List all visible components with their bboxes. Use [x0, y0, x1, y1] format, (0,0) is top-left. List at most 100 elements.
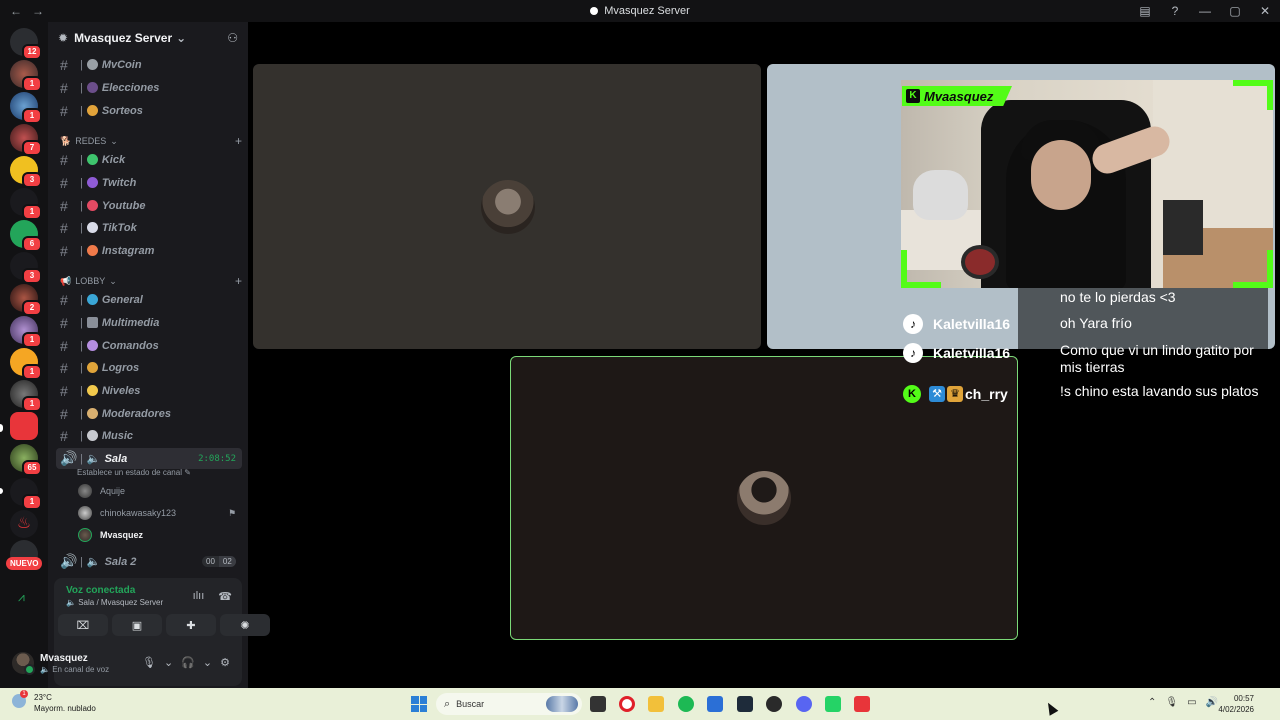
channel-general[interactable]: # | General — [56, 289, 242, 310]
windows-start-icon[interactable] — [411, 696, 427, 712]
channel-instagram[interactable]: # | Instagram — [56, 240, 242, 261]
channel-logros[interactable]: # | Logros — [56, 357, 242, 378]
channel-sorteos[interactable]: # | Sorteos — [56, 100, 242, 121]
hammer-badge-icon: ⚒ — [929, 386, 945, 402]
obs-icon[interactable] — [766, 696, 782, 712]
voice-member[interactable]: Mvasquez — [78, 526, 143, 544]
channel-kick[interactable]: # | Kick — [56, 149, 242, 170]
channel-emoji-icon — [86, 245, 98, 256]
avatar — [737, 471, 791, 525]
server-icon[interactable]: 7 — [10, 124, 42, 156]
disconnect-icon[interactable]: ☎ — [218, 590, 232, 603]
discord-icon[interactable] — [796, 696, 812, 712]
add-channel-icon[interactable]: + — [235, 274, 242, 288]
channel-youtube[interactable]: # | Youtube — [56, 195, 242, 216]
task-view-icon[interactable] — [590, 696, 606, 712]
user-status: 🔈 En canal de voz — [40, 665, 110, 674]
invite-people-icon[interactable]: ⚇ — [227, 31, 238, 45]
settings-gear-icon[interactable]: ⚙ — [220, 656, 230, 669]
chat-message-text: no te lo pierdas <3 — [1060, 289, 1176, 305]
microphone-icon[interactable]: 🎙 — [142, 656, 156, 669]
channel-mvcoin[interactable]: # | MvCoin — [56, 54, 242, 75]
network-icon[interactable]: ▭ — [1187, 697, 1196, 708]
voice-location-link[interactable]: 🔈 Sala / Mvasquez Server — [66, 598, 163, 607]
clock[interactable]: 00:57 4/02/2026 — [1218, 693, 1254, 715]
chat-message-text: oh Yara frío — [1060, 315, 1132, 331]
soundboard-button[interactable]: ✺ — [220, 614, 270, 636]
channel-emoji-icon — [86, 177, 98, 188]
voice-member[interactable]: Aquije — [78, 482, 125, 500]
server-icon[interactable]: 3 — [10, 252, 42, 284]
server-header[interactable]: ✹ Mvasquez Server ⌄ ⚇ — [48, 22, 248, 54]
code-editor-icon[interactable] — [737, 696, 753, 712]
hash-icon: # — [60, 382, 68, 399]
activities-button[interactable]: ✚ — [166, 614, 216, 636]
server-icon[interactable]: 3 — [10, 156, 42, 188]
server-icon[interactable]: 1 — [10, 316, 42, 348]
channel-elecciones[interactable]: # | Elecciones — [56, 77, 242, 98]
user-name: Mvasquez — [40, 653, 88, 664]
speaker-icon: 🔊 — [60, 553, 78, 569]
search-icon: ⌕ — [444, 697, 451, 710]
speaker-emoji-icon: 🔈 — [66, 598, 76, 607]
spotify-icon[interactable] — [678, 696, 694, 712]
chevron-down-icon[interactable]: ⌄ — [164, 656, 173, 669]
whatsapp-icon[interactable] — [825, 696, 841, 712]
voice-member[interactable]: chinokawasaky123 ⚑ — [78, 504, 236, 522]
star-icon — [86, 385, 98, 396]
channel-niveles[interactable]: # | Niveles — [56, 380, 242, 401]
microsoft-store-icon[interactable] — [707, 696, 723, 712]
unread-badge: 6 — [22, 236, 42, 252]
avatar[interactable] — [12, 652, 35, 675]
screen-share-button[interactable]: ▣ — [112, 614, 162, 636]
video-tile[interactable] — [253, 64, 761, 349]
activities-icon: ✚ — [186, 619, 196, 632]
taskbar-search[interactable]: ⌕ Buscar — [436, 693, 582, 715]
server-icon[interactable] — [10, 412, 38, 440]
inbox-icon[interactable]: ▤ — [1130, 4, 1160, 18]
soundboard-icon: ✺ — [240, 619, 250, 632]
help-icon[interactable]: ? — [1160, 4, 1190, 18]
opera-icon[interactable] — [619, 696, 635, 712]
file-explorer-icon[interactable] — [648, 696, 664, 712]
server-icon[interactable]: 1 — [10, 60, 42, 92]
category-redes[interactable]: 🐕 REDES ⌄ + — [60, 134, 242, 148]
headphones-icon[interactable]: 🎧 — [181, 656, 195, 669]
camera-off-button[interactable]: ⌧ — [58, 614, 108, 636]
voice-channel-sala[interactable]: 🔊 | 🔈 Sala 2:08:52 — [56, 448, 242, 469]
microphone-icon[interactable]: 🎙 — [1165, 697, 1178, 708]
add-channel-icon[interactable]: + — [235, 134, 242, 148]
forward-arrow-icon[interactable]: → — [32, 4, 44, 18]
server-icon[interactable]: 1 — [10, 92, 42, 124]
tiktok-live-icon[interactable] — [854, 696, 870, 712]
server-icon[interactable]: 1 — [10, 348, 42, 380]
server-icon[interactable]: 1 — [10, 188, 42, 220]
flame-server-icon[interactable]: ♨ — [10, 510, 38, 538]
weather-widget[interactable]: 1 23°C Mayorm. nublado — [12, 690, 96, 714]
close-button[interactable]: ✕ — [1250, 4, 1280, 18]
channel-music[interactable]: # | Music — [56, 425, 242, 446]
chevron-down-icon[interactable]: ⌄ — [203, 656, 212, 669]
scales-icon — [86, 408, 98, 419]
channel-status-prompt[interactable]: Establece un estado de canal ✎ — [77, 468, 191, 477]
server-icon[interactable]: 1 — [10, 478, 42, 510]
unread-badge: 7 — [22, 140, 42, 156]
channel-twitch[interactable]: # | Twitch — [56, 172, 242, 193]
volume-icon[interactable]: 🔊 — [1206, 697, 1218, 708]
channel-tiktok[interactable]: # | TikTok — [56, 217, 242, 238]
server-icon[interactable]: 1 — [10, 380, 42, 412]
minimize-button[interactable]: — — [1190, 4, 1220, 18]
category-lobby[interactable]: 📢 LOBBY ⌄ + — [60, 274, 242, 288]
maximize-button[interactable]: ▢ — [1220, 4, 1250, 18]
channel-moderadores[interactable]: # | Moderadores — [56, 403, 242, 424]
server-icon[interactable]: 65 — [10, 444, 42, 476]
channel-comandos[interactable]: # | Comandos — [56, 335, 242, 356]
server-icon[interactable]: 2 — [10, 284, 42, 316]
server-icon[interactable]: 6 — [10, 220, 42, 252]
search-highlight-image — [546, 696, 578, 712]
back-arrow-icon[interactable]: ← — [10, 4, 22, 18]
chevron-up-icon[interactable]: ⌃ — [1148, 697, 1156, 708]
noise-suppression-icon[interactable]: ılıı — [193, 590, 205, 603]
channel-multimedia[interactable]: # | Multimedia — [56, 312, 242, 333]
direct-messages-icon[interactable]: 12 — [10, 28, 42, 60]
